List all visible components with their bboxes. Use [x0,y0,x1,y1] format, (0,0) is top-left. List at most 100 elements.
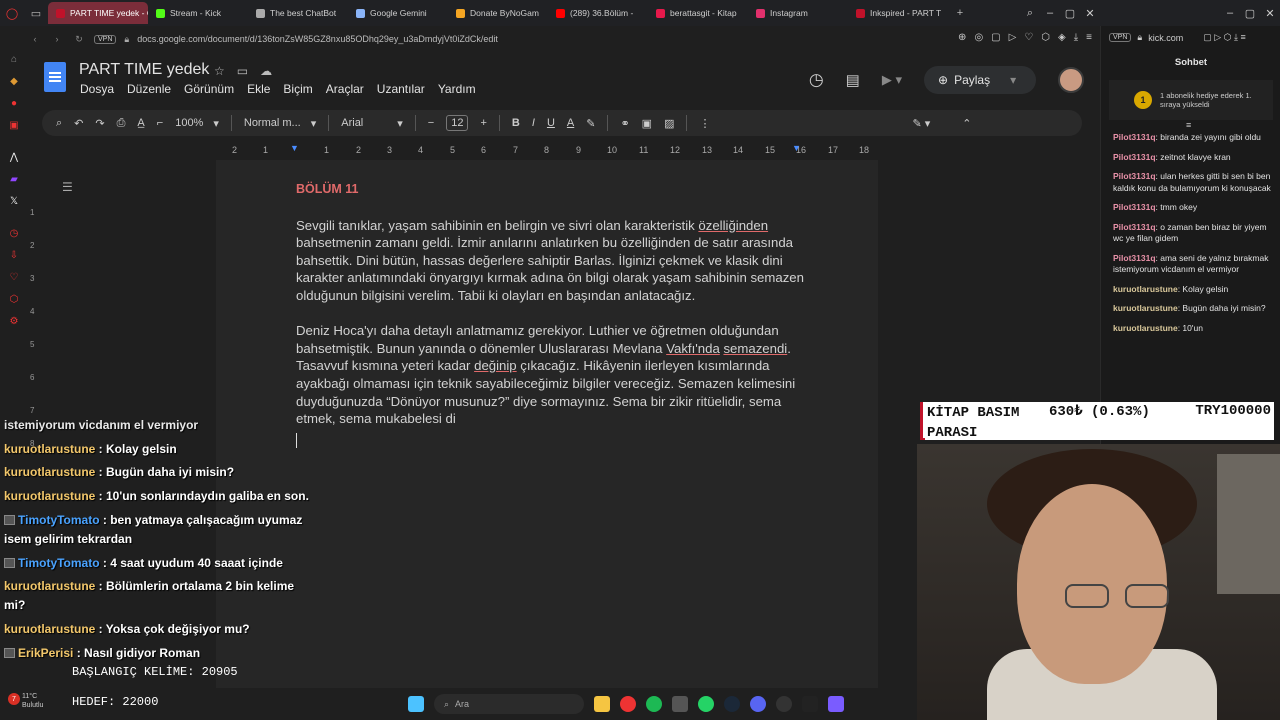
bookmark-icon[interactable]: ♡ [1024,32,1033,43]
back-icon[interactable]: ‹ [28,34,42,44]
chat-username[interactable]: kuruotlarustune [1113,323,1178,333]
undo-icon[interactable]: ↶ [74,117,83,130]
editing-mode-icon[interactable]: ✎ ▾ [912,117,930,130]
browser-tab[interactable]: Donate ByNoGam [448,2,548,24]
docs-logo-icon[interactable] [44,62,66,92]
comment-add-icon[interactable]: ▣ [642,117,652,130]
menu-item[interactable]: Görünüm [184,82,234,96]
chat-message[interactable]: Pilot3131q: zeitnot klavye kran [1113,152,1273,164]
chat-message[interactable]: Pilot3131q: ulan herkes gitti bi sen bi … [1113,171,1273,194]
browser-tab[interactable]: Google Gemini [348,2,448,24]
snapshot-icon[interactable]: ▢ [991,32,1000,43]
comments-icon[interactable]: ▤ [846,71,860,89]
paint-format-icon[interactable]: ⌐ [157,117,163,129]
underline-icon[interactable]: U [547,117,555,129]
document-title[interactable]: PART TIME yedek [79,61,209,79]
browser-tab[interactable]: Stream - Kick [148,2,248,24]
panel-minimize-icon[interactable]: – [1220,0,1240,26]
vpn-badge[interactable]: VPN [1109,33,1132,42]
calculator-icon[interactable] [672,696,688,712]
panel-toolbar-icons[interactable]: ▢ ▷ ⬡ ⤓ ≡ [1203,32,1246,43]
chat-message[interactable]: Pilot3131q: biranda zei yayını gibi oldu [1113,132,1273,144]
meet-icon[interactable]: ▶ ▾ [882,72,902,88]
windows-start-icon[interactable] [408,696,424,712]
star-icon[interactable]: ☆ [214,64,225,78]
minimize-icon[interactable]: – [1040,0,1060,26]
vertical-ruler[interactable]: 12345678 [28,160,40,448]
chat-username[interactable]: Pilot3131q [1113,202,1156,212]
url-field[interactable]: docs.google.com/document/d/136tonZsW85GZ… [137,34,498,44]
download-icon[interactable]: ⤓ [1074,32,1078,43]
menu-item[interactable]: Yardım [438,82,476,96]
misspelled-word[interactable]: Vakfı'nda [666,341,720,356]
font-select[interactable]: Arial ▾ [341,117,403,130]
text-color-icon[interactable]: A [567,117,574,129]
downloads-icon[interactable]: ⇩ [7,248,21,262]
horizontal-ruler[interactable]: 2 1 1 2 3 4 5 6 7 8 9 10 11 12 13 14 15 16 17 18 ▼ ▼ [216,143,878,157]
panel-close-icon[interactable]: ✕ [1260,0,1280,26]
collapse-icon[interactable]: ⌃ [962,117,971,130]
reload-icon[interactable]: ↻ [72,34,86,45]
spotify-icon[interactable] [646,696,662,712]
aria-icon[interactable]: ◆ [7,74,21,88]
share-button[interactable]: ⊕ Paylaş ▾ [924,66,1036,94]
highlight-icon[interactable]: ✎ [586,117,595,130]
obs-icon[interactable] [776,696,792,712]
twitch-icon[interactable]: ▰ [7,172,21,186]
menu-item[interactable]: Araçlar [326,82,364,96]
browser-tab[interactable]: Inkspired - PART T [848,2,948,24]
wallet-icon[interactable]: ◈ [1058,32,1066,43]
new-tab-icon[interactable]: + [948,0,972,26]
forward-icon[interactable]: › [50,34,64,44]
move-folder-icon[interactable]: ▭ [237,64,248,78]
image-icon[interactable]: ▨ [664,117,674,130]
style-select[interactable]: Normal m... ▾ [244,117,316,130]
gift-leaderboard[interactable]: 1 1 abonelik hediye ederek 1. sıraya yük… [1109,80,1273,120]
italic-icon[interactable]: I [532,117,535,129]
print-icon[interactable]: ⎙ [117,117,126,130]
chat-username[interactable]: Pilot3131q [1113,222,1156,232]
browser-tab[interactable]: berattasgit - Kitap [648,2,748,24]
messenger-icon[interactable]: ● [7,96,21,110]
misspelled-word[interactable]: semazendi [723,341,787,356]
steam-icon[interactable] [724,696,740,712]
left-indent-marker-icon[interactable]: ▼ [290,143,299,153]
close-icon[interactable]: ✕ [1080,0,1100,26]
font-size-field[interactable]: 12 [446,115,469,131]
weather-widget[interactable]: 11°C Bulutlu [22,692,43,710]
chat-username[interactable]: Pilot3131q [1113,152,1156,162]
menu-icon[interactable]: ≡ [1086,32,1092,43]
epic-games-icon[interactable] [802,696,818,712]
chat-username[interactable]: Pilot3131q [1113,171,1156,181]
redo-icon[interactable]: ↷ [95,117,104,130]
chat-username[interactable]: Pilot3131q [1113,132,1156,142]
browser-tab[interactable]: (289) 36.Bölüm - [548,2,648,24]
bookmarks-icon[interactable]: ♡ [7,270,21,284]
vpn-badge[interactable]: VPN [94,34,117,44]
taskbar-search[interactable]: ⌕ Ara [434,694,584,714]
mail-icon[interactable]: ▣ [7,118,21,132]
chat-message[interactable]: Pilot3131q: ama seni de yalnız bırakmak … [1113,253,1273,276]
outline-icon[interactable]: ☰ [62,180,73,194]
camera-icon[interactable]: ◎ [974,32,983,43]
chat-message[interactable]: kuruotlarustune: Kolay gelsin [1113,284,1273,296]
chat-message[interactable]: Pilot3131q: tmm okey [1113,202,1273,214]
decrease-font-icon[interactable]: − [428,117,434,129]
pin-icon[interactable]: ≡ [1186,120,1191,130]
version-history-icon[interactable]: ◷ [809,70,824,90]
avatar[interactable] [1058,67,1084,93]
link-icon[interactable]: ⚭ [620,117,629,130]
chat-address-bar[interactable]: VPN 🔒︎ kick.com ▢ ▷ ⬡ ⤓ ≡ [1109,32,1246,43]
cube-icon[interactable]: ⬡ [7,292,21,306]
x-icon[interactable]: 𝕏 [7,194,21,208]
browser-tab[interactable]: PART TIME yedek - Goog [48,2,148,24]
opera-logo-icon[interactable]: ◯ [0,0,24,26]
extensions-icon[interactable]: ⬡ [1041,32,1050,43]
vector-icon[interactable]: ⋀ [7,150,21,164]
history-icon[interactable]: ◷ [7,226,21,240]
chat-url[interactable]: kick.com [1148,33,1183,43]
home-icon[interactable]: ⌂ [7,52,21,66]
whatsapp-icon[interactable] [698,696,714,712]
spellcheck-icon[interactable]: A̲ [137,117,144,129]
misspelled-word[interactable]: özelliğinden [698,218,768,233]
